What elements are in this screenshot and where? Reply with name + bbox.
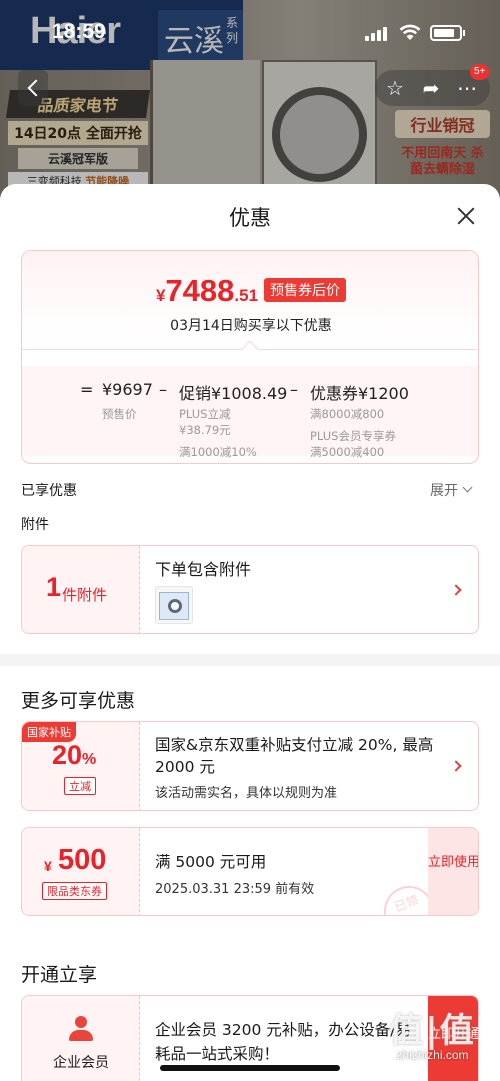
minus-sign: – <box>159 380 167 399</box>
purchase-date-note: 03月14日购买享以下优惠 <box>170 318 332 334</box>
coupon-note: PLUS会员专享券 <box>310 429 396 443</box>
promotion-note: 满1000减10% <box>179 445 257 459</box>
watermark-logo: 值|值 <box>389 1011 476 1051</box>
presale-price-value: ¥9697 <box>102 380 153 399</box>
chevron-right-icon <box>450 760 462 772</box>
enterprise-member-label: 企业会员 <box>53 1055 109 1071</box>
accessory-title: 下单包含附件 <box>155 560 252 579</box>
section-gap <box>0 654 500 666</box>
discount-sheet: 优惠 ¥7488.51 预售券后价 03月14日购买享以下优惠 = ¥9697 预… <box>0 184 500 1081</box>
expand-toggle[interactable]: 展开 <box>430 480 473 500</box>
minus-sign: – <box>290 380 298 399</box>
status-time: 18:59 <box>52 20 106 43</box>
price-formula: = ¥9697 预售价 – 促销¥1008.49 PLUS立减 ¥38.79元 … <box>22 366 478 459</box>
wifi-icon <box>399 24 421 40</box>
chevron-right-icon <box>450 584 462 596</box>
national-subsidy-badge: 国家补贴 <box>22 722 76 742</box>
home-indicator[interactable] <box>160 1065 340 1071</box>
close-icon[interactable] <box>456 206 476 226</box>
instant-discount-flag: 立减 <box>64 777 96 795</box>
coupon-amount: 500 <box>58 844 107 876</box>
accessory-unit: 件附件 <box>62 586 108 604</box>
action-group: ☆ ➦ ⋯ 5+ <box>375 64 490 106</box>
promotion-value: 促销¥1008.49 <box>179 384 288 403</box>
sheet-title: 优惠 <box>229 206 271 230</box>
category-coupon-flag: 限品类东券 <box>42 882 107 900</box>
accessory-card[interactable]: 1 件附件 下单包含附件 <box>21 545 479 634</box>
promotion-note: PLUS立减 <box>179 407 231 421</box>
subsidy-description: 国家&京东双重补贴支付立减 20%, 最高 2000 元 <box>155 736 434 776</box>
star-icon[interactable]: ☆ <box>383 76 407 100</box>
accessory-label: 附件 <box>21 517 49 533</box>
back-button[interactable] <box>18 70 48 106</box>
status-bar: 18:59 <box>0 0 500 62</box>
more-discounts-title: 更多可享优惠 <box>21 690 136 712</box>
coupon-condition: 满 5000 元可用 <box>155 853 267 871</box>
price-summary-card: ¥7488.51 预售券后价 03月14日购买享以下优惠 = ¥9697 预售价 … <box>21 250 479 464</box>
battery-icon <box>430 25 465 41</box>
subsidy-percent: 20% <box>52 740 97 770</box>
coupon-value: 优惠券¥1200 <box>310 384 409 403</box>
promotion-note: ¥38.79元 <box>179 423 231 437</box>
presale-price-tag: 预售券后价 <box>264 278 347 302</box>
cellular-signal-icon <box>365 27 389 41</box>
price-integer: 7488 <box>165 273 235 308</box>
coupon-card: ¥ 500 限品类东券 满 5000 元可用 2025.03.31 23:59 … <box>21 827 479 916</box>
message-badge: 5+ <box>470 64 490 80</box>
coupon-note: 满5000减400 <box>310 445 385 459</box>
use-now-button[interactable]: 立即使用 <box>428 828 478 915</box>
site-watermark: 值|值 zhizhizhi.com <box>370 1003 495 1062</box>
chevron-down-icon <box>462 482 473 493</box>
price-decimal: .51 <box>234 286 259 305</box>
equals-sign: = <box>80 380 94 399</box>
divider <box>22 349 478 350</box>
coupon-note: 满8000减800 <box>310 407 385 421</box>
coupon-expiry: 2025.03.31 23:59 前有效 <box>155 882 315 897</box>
share-icon[interactable]: ➦ <box>419 76 443 100</box>
subsidy-card[interactable]: 国家补贴 20% 立减 国家&京东双重补贴支付立减 20%, 最高 2000 元… <box>21 721 479 811</box>
presale-price-label: 预售价 <box>102 407 137 421</box>
open-membership-title: 开通立享 <box>21 964 98 986</box>
accessory-thumbnail[interactable] <box>155 586 193 624</box>
final-price: ¥7488.51 预售券后价 <box>22 273 478 309</box>
accessory-count: 1 <box>46 572 62 602</box>
subsidy-rule: 该活动需实名，具体以规则为准 <box>155 786 338 801</box>
user-icon <box>69 1016 93 1042</box>
enjoyed-discounts-label: 已享优惠 <box>21 483 77 499</box>
